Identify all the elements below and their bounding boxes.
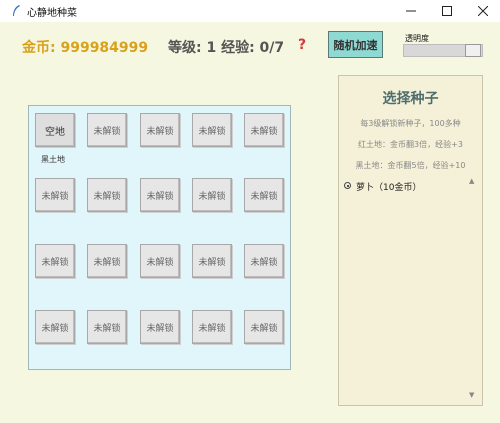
- window-title: 心静地种菜: [27, 8, 77, 19]
- scroll-up-icon[interactable]: ▲: [469, 177, 474, 185]
- plot-locked[interactable]: 未解锁: [244, 113, 284, 147]
- maximize-button[interactable]: [429, 0, 465, 22]
- plot-locked[interactable]: 未解锁: [87, 113, 127, 147]
- plot-locked[interactable]: 未解锁: [192, 178, 232, 212]
- plot-locked[interactable]: 未解锁: [35, 310, 75, 344]
- plot-locked[interactable]: 未解锁: [244, 178, 284, 212]
- seed-panel-title: 选择种子: [382, 91, 439, 107]
- seed-list-scrollbar[interactable]: ▲ ▼: [468, 176, 478, 402]
- opacity-slider-thumb[interactable]: [465, 44, 481, 57]
- maximize-icon: [442, 6, 452, 16]
- plot-locked[interactable]: 未解锁: [87, 244, 127, 278]
- close-button[interactable]: [465, 0, 500, 22]
- gold-counter: 金币: 999984999: [22, 40, 149, 56]
- plot-locked[interactable]: 未解锁: [192, 113, 232, 147]
- scroll-down-icon[interactable]: ▼: [469, 391, 474, 399]
- plot-empty[interactable]: 空地: [35, 113, 75, 147]
- soil-type-label: 黑土地: [41, 155, 65, 164]
- help-button[interactable]: ?: [298, 37, 306, 53]
- plot-locked[interactable]: 未解锁: [244, 310, 284, 344]
- random-speedup-button[interactable]: 随机加速: [328, 31, 383, 58]
- plot-locked[interactable]: 未解锁: [140, 310, 180, 344]
- seed-option[interactable]: 萝卜（10金币）: [341, 176, 461, 194]
- plot-locked[interactable]: 未解锁: [87, 310, 127, 344]
- opacity-control: 透明度: [401, 32, 485, 58]
- plot-locked[interactable]: 未解锁: [87, 178, 127, 212]
- seed-list: 萝卜（10金币） ▲ ▼: [341, 176, 479, 402]
- minimize-icon: [406, 10, 416, 12]
- seed-info-line: 每3级解锁新种子，100多种: [360, 119, 461, 128]
- plot-locked[interactable]: 未解锁: [192, 244, 232, 278]
- plot-locked[interactable]: 未解锁: [244, 244, 284, 278]
- minimize-button[interactable]: [393, 0, 429, 22]
- radio-selected[interactable]: [344, 182, 351, 189]
- close-icon: [478, 6, 488, 16]
- plot-locked[interactable]: 未解锁: [192, 310, 232, 344]
- seed-option-label: 萝卜（10金币）: [356, 183, 422, 193]
- seed-info-line: 红土地：金币翻3倍，经验+3: [358, 140, 463, 149]
- plot-locked[interactable]: 未解锁: [35, 244, 75, 278]
- plot-locked[interactable]: 未解锁: [140, 113, 180, 147]
- plot-locked[interactable]: 未解锁: [140, 244, 180, 278]
- feather-icon: [13, 5, 20, 16]
- seed-info-line: 黑土地：金币翻5倍，经验+10: [355, 161, 466, 170]
- plot-locked[interactable]: 未解锁: [35, 178, 75, 212]
- title-bar: 心静地种菜: [0, 0, 500, 22]
- opacity-label: 透明度: [405, 34, 429, 43]
- level-exp: 等级: 1 经验: 0/7: [168, 40, 285, 56]
- plot-locked[interactable]: 未解锁: [140, 178, 180, 212]
